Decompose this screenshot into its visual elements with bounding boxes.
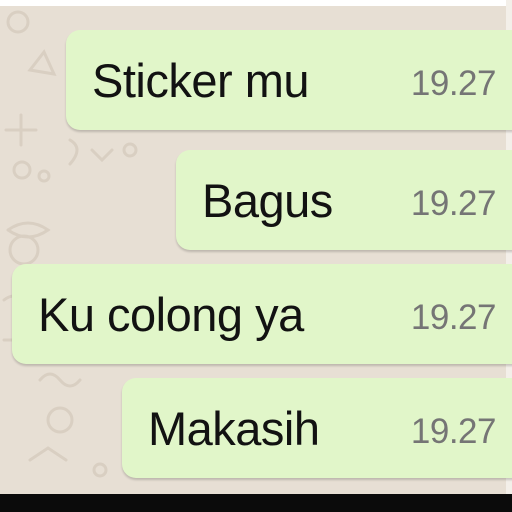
message-bubble[interactable]: Makasih 19.27 <box>122 378 512 478</box>
message-timestamp: 19.27 <box>410 184 497 223</box>
screen-top-edge <box>0 0 512 6</box>
screen-bottom-edge <box>0 494 512 512</box>
chat-window: Sticker mu 19.27 Bagus 19.27 Ku colong y… <box>0 0 512 512</box>
message-text: Bagus <box>202 173 333 227</box>
message-text: Makasih <box>148 401 320 455</box>
message-timestamp: 19.27 <box>410 412 497 451</box>
message-bubble[interactable]: Sticker mu 19.27 <box>66 30 512 130</box>
message-timestamp: 19.27 <box>410 298 497 337</box>
message-bubble[interactable]: Bagus 19.27 <box>176 150 512 250</box>
message-text: Ku colong ya <box>38 287 304 341</box>
message-timestamp: 19.27 <box>410 64 497 103</box>
message-text: Sticker mu <box>92 53 310 107</box>
message-bubble[interactable]: Ku colong ya 19.27 <box>12 264 512 364</box>
